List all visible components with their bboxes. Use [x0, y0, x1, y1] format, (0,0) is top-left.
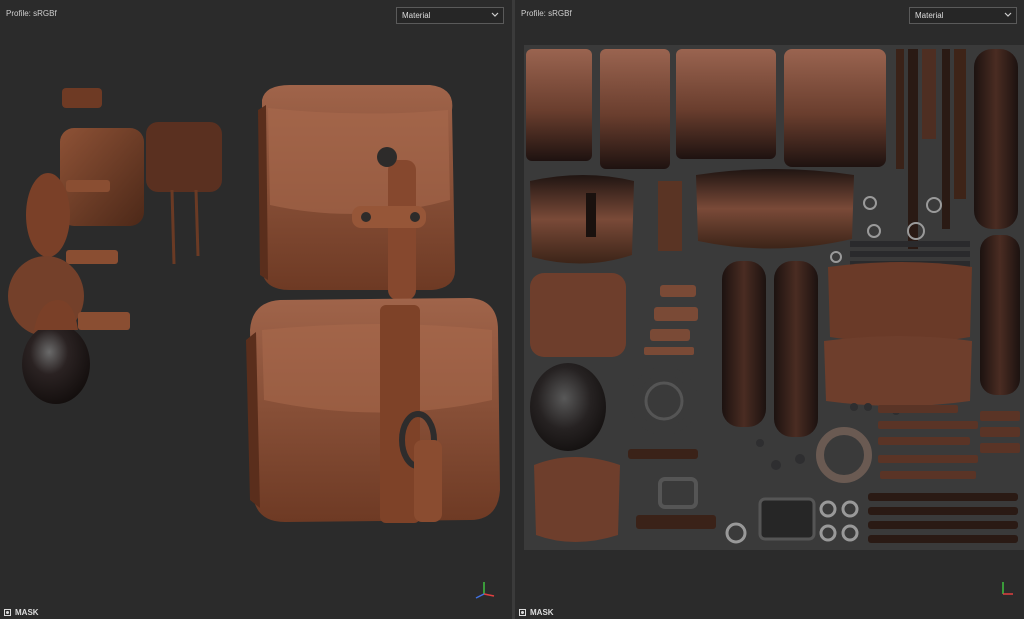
mask-toggle[interactable]: MASK	[519, 608, 554, 617]
lower-pouch	[246, 298, 500, 523]
uv-texture-sheet	[524, 45, 1024, 550]
mask-icon	[519, 609, 526, 616]
model-render	[8, 85, 500, 523]
mask-label: MASK	[530, 608, 554, 617]
small-pouch-group	[8, 88, 222, 404]
channel-dropdown[interactable]: Material	[909, 7, 1017, 24]
chevron-down-icon	[1004, 12, 1012, 17]
axis-gizmo-icon	[472, 578, 496, 602]
profile-label: Profile: sRGBf	[521, 9, 572, 18]
axis-gizmo-icon	[991, 578, 1015, 602]
channel-dropdown-value: Material	[915, 11, 944, 20]
mask-icon	[4, 609, 11, 616]
upper-pouch	[258, 85, 455, 300]
viewport-3d[interactable]: Profile: sRGBf Material MASK	[0, 0, 512, 619]
mask-toggle[interactable]: MASK	[4, 608, 39, 617]
mask-label: MASK	[15, 608, 39, 617]
